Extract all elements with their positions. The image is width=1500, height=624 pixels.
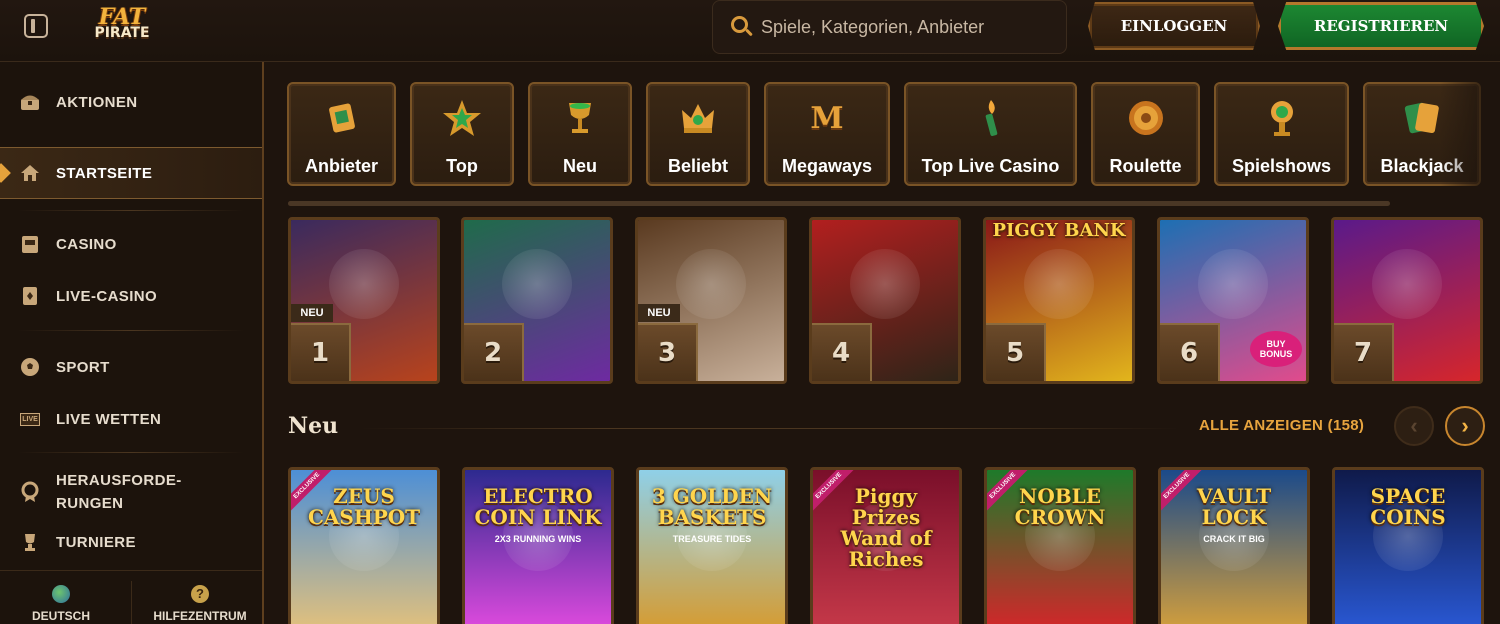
star-icon <box>442 98 482 138</box>
top-bar: FAT PIRATE EINLOGGEN REGISTRIEREN <box>0 0 1500 62</box>
top-game-tile[interactable]: 7 <box>1331 217 1483 384</box>
rank-number: 5 <box>986 323 1046 381</box>
home-icon <box>19 162 41 184</box>
new-game-tile[interactable]: 3 GOLDEN BASKETS TREASURE TIDES <box>636 467 788 624</box>
sidebar-item-sport[interactable]: SPORT <box>0 347 262 387</box>
active-indicator <box>0 163 11 183</box>
category-top-live-casino[interactable]: Top Live Casino <box>904 82 1077 186</box>
sidebar-item-casino[interactable]: CASINO <box>0 224 262 264</box>
rank-number: 4 <box>812 323 872 381</box>
carousel-prev-button[interactable]: ‹ <box>1394 406 1434 446</box>
crown-icon <box>678 98 718 138</box>
sidebar-item-live-casino[interactable]: LIVE-CASINO <box>0 276 262 316</box>
new-game-tile[interactable]: ZEUS CASHPOT EXCLUSIVE <box>288 467 440 624</box>
category-scrollbar[interactable] <box>288 201 1390 206</box>
trophy-icon <box>19 531 41 553</box>
sidebar-footer: DEUTSCH ? HILFEZENTRUM <box>0 570 262 624</box>
category-anbieter[interactable]: Anbieter <box>287 82 396 186</box>
top-game-tile[interactable]: 2 <box>461 217 613 384</box>
cards-icon <box>19 285 41 307</box>
sidebar-divider <box>18 330 244 331</box>
search-icon <box>731 16 748 33</box>
category-neu[interactable]: Neu <box>528 82 632 186</box>
search-input[interactable] <box>761 11 1051 43</box>
game-subtitle: 2X3 RUNNING WINS <box>494 534 582 544</box>
goblet-icon <box>560 98 600 138</box>
live-icon: LIVE <box>19 408 41 430</box>
top-game-tile[interactable]: BUY BONUS 6 <box>1157 217 1309 384</box>
top-game-tile[interactable]: NEU 1 <box>288 217 440 384</box>
sidebar-item-startseite[interactable]: STARTSEITE <box>0 147 262 199</box>
section-title-neu: Neu <box>288 413 339 439</box>
new-game-tile[interactable]: ELECTRO COIN LINK 2X3 RUNNING WINS <box>462 467 614 624</box>
search-box[interactable] <box>712 0 1067 54</box>
new-game-tile[interactable]: SPACE COINS <box>1332 467 1484 624</box>
rank-number: 1 <box>291 323 351 381</box>
sidebar: AKTIONEN STARTSEITE CASINO LIVE-CASINO S… <box>0 62 264 624</box>
game-title: VAULT LOCK <box>1196 484 1272 529</box>
category-top[interactable]: Top <box>410 82 514 186</box>
category-megaways[interactable]: M Megaways <box>764 82 890 186</box>
new-game-tile[interactable]: VAULT LOCK CRACK IT BIG EXCLUSIVE <box>1158 467 1310 624</box>
game-title: NOBLE CROWN <box>1014 484 1106 529</box>
game-title: ELECTRO COIN LINK <box>474 484 602 529</box>
medal-icon <box>19 481 41 503</box>
megaways-icon: M <box>810 100 844 136</box>
rank-number: 7 <box>1334 323 1394 381</box>
new-badge: NEU <box>638 304 680 322</box>
top-game-tile[interactable]: 4 <box>809 217 961 384</box>
logo[interactable]: FAT PIRATE <box>72 6 172 46</box>
category-beliebt[interactable]: Beliebt <box>646 82 750 186</box>
rank-number: 2 <box>464 323 524 381</box>
rank-number: 3 <box>638 323 698 381</box>
register-button[interactable]: REGISTRIEREN <box>1278 2 1484 50</box>
sidebar-divider <box>18 210 244 211</box>
scroll-icon <box>322 98 362 138</box>
football-icon <box>19 356 41 378</box>
new-game-tile[interactable]: Piggy Prizes Wand of Riches EXCLUSIVE <box>810 467 962 624</box>
game-title: ZEUS CASHPOT <box>307 484 421 529</box>
help-icon: ? <box>191 585 209 603</box>
rank-number: 6 <box>1160 323 1220 381</box>
login-button[interactable]: EINLOGGEN <box>1088 2 1260 50</box>
sidebar-divider <box>18 452 244 453</box>
game-title: PIGGY BANK <box>992 220 1126 241</box>
top-game-tile[interactable]: PIGGY BANK 5 <box>983 217 1135 384</box>
sidebar-item-aktionen[interactable]: AKTIONEN <box>0 82 262 122</box>
chest-icon <box>19 91 41 113</box>
game-title: SPACE COINS <box>1370 484 1446 529</box>
game-title: 3 GOLDEN BASKETS <box>651 484 773 529</box>
category-roulette[interactable]: Roulette <box>1091 82 1200 186</box>
game-subtitle: TREASURE TIDES <box>672 534 752 544</box>
new-game-tile[interactable]: NOBLE CROWN EXCLUSIVE <box>984 467 1136 624</box>
roulette-icon <box>1126 98 1166 138</box>
sidebar-item-turniere[interactable]: TURNIERE <box>0 522 262 562</box>
torch-icon <box>971 98 1011 138</box>
scrollbar-thumb[interactable] <box>288 201 1390 206</box>
carousel-next-button[interactable]: › <box>1445 406 1485 446</box>
sidebar-toggle-icon[interactable] <box>24 14 48 38</box>
cards-icon <box>1402 98 1442 138</box>
game-subtitle: CRACK IT BIG <box>1203 534 1265 544</box>
help-center-link[interactable]: ? HILFEZENTRUM <box>140 585 260 623</box>
sidebar-item-live-wetten[interactable]: LIVE LIVE WETTEN <box>0 399 262 439</box>
globe-icon <box>52 585 70 603</box>
buy-bonus-badge: BUY BONUS <box>1250 331 1302 367</box>
top-game-tile[interactable]: NEU 3 <box>635 217 787 384</box>
category-spielshows[interactable]: Spielshows <box>1214 82 1349 186</box>
game-title: Piggy Prizes Wand of Riches <box>840 484 932 571</box>
sidebar-item-herausforderungen[interactable]: HERAUSFORDE- RUNGEN <box>0 466 262 518</box>
footer-divider <box>131 581 132 624</box>
slot-machine-icon <box>19 233 41 255</box>
language-selector[interactable]: DEUTSCH <box>1 585 121 623</box>
new-badge: NEU <box>291 304 333 322</box>
section-divider <box>360 428 1180 429</box>
microphone-icon <box>1262 98 1302 138</box>
category-fade-overlay <box>1440 76 1500 192</box>
view-all-link[interactable]: ALLE ANZEIGEN (158) <box>1199 417 1364 434</box>
